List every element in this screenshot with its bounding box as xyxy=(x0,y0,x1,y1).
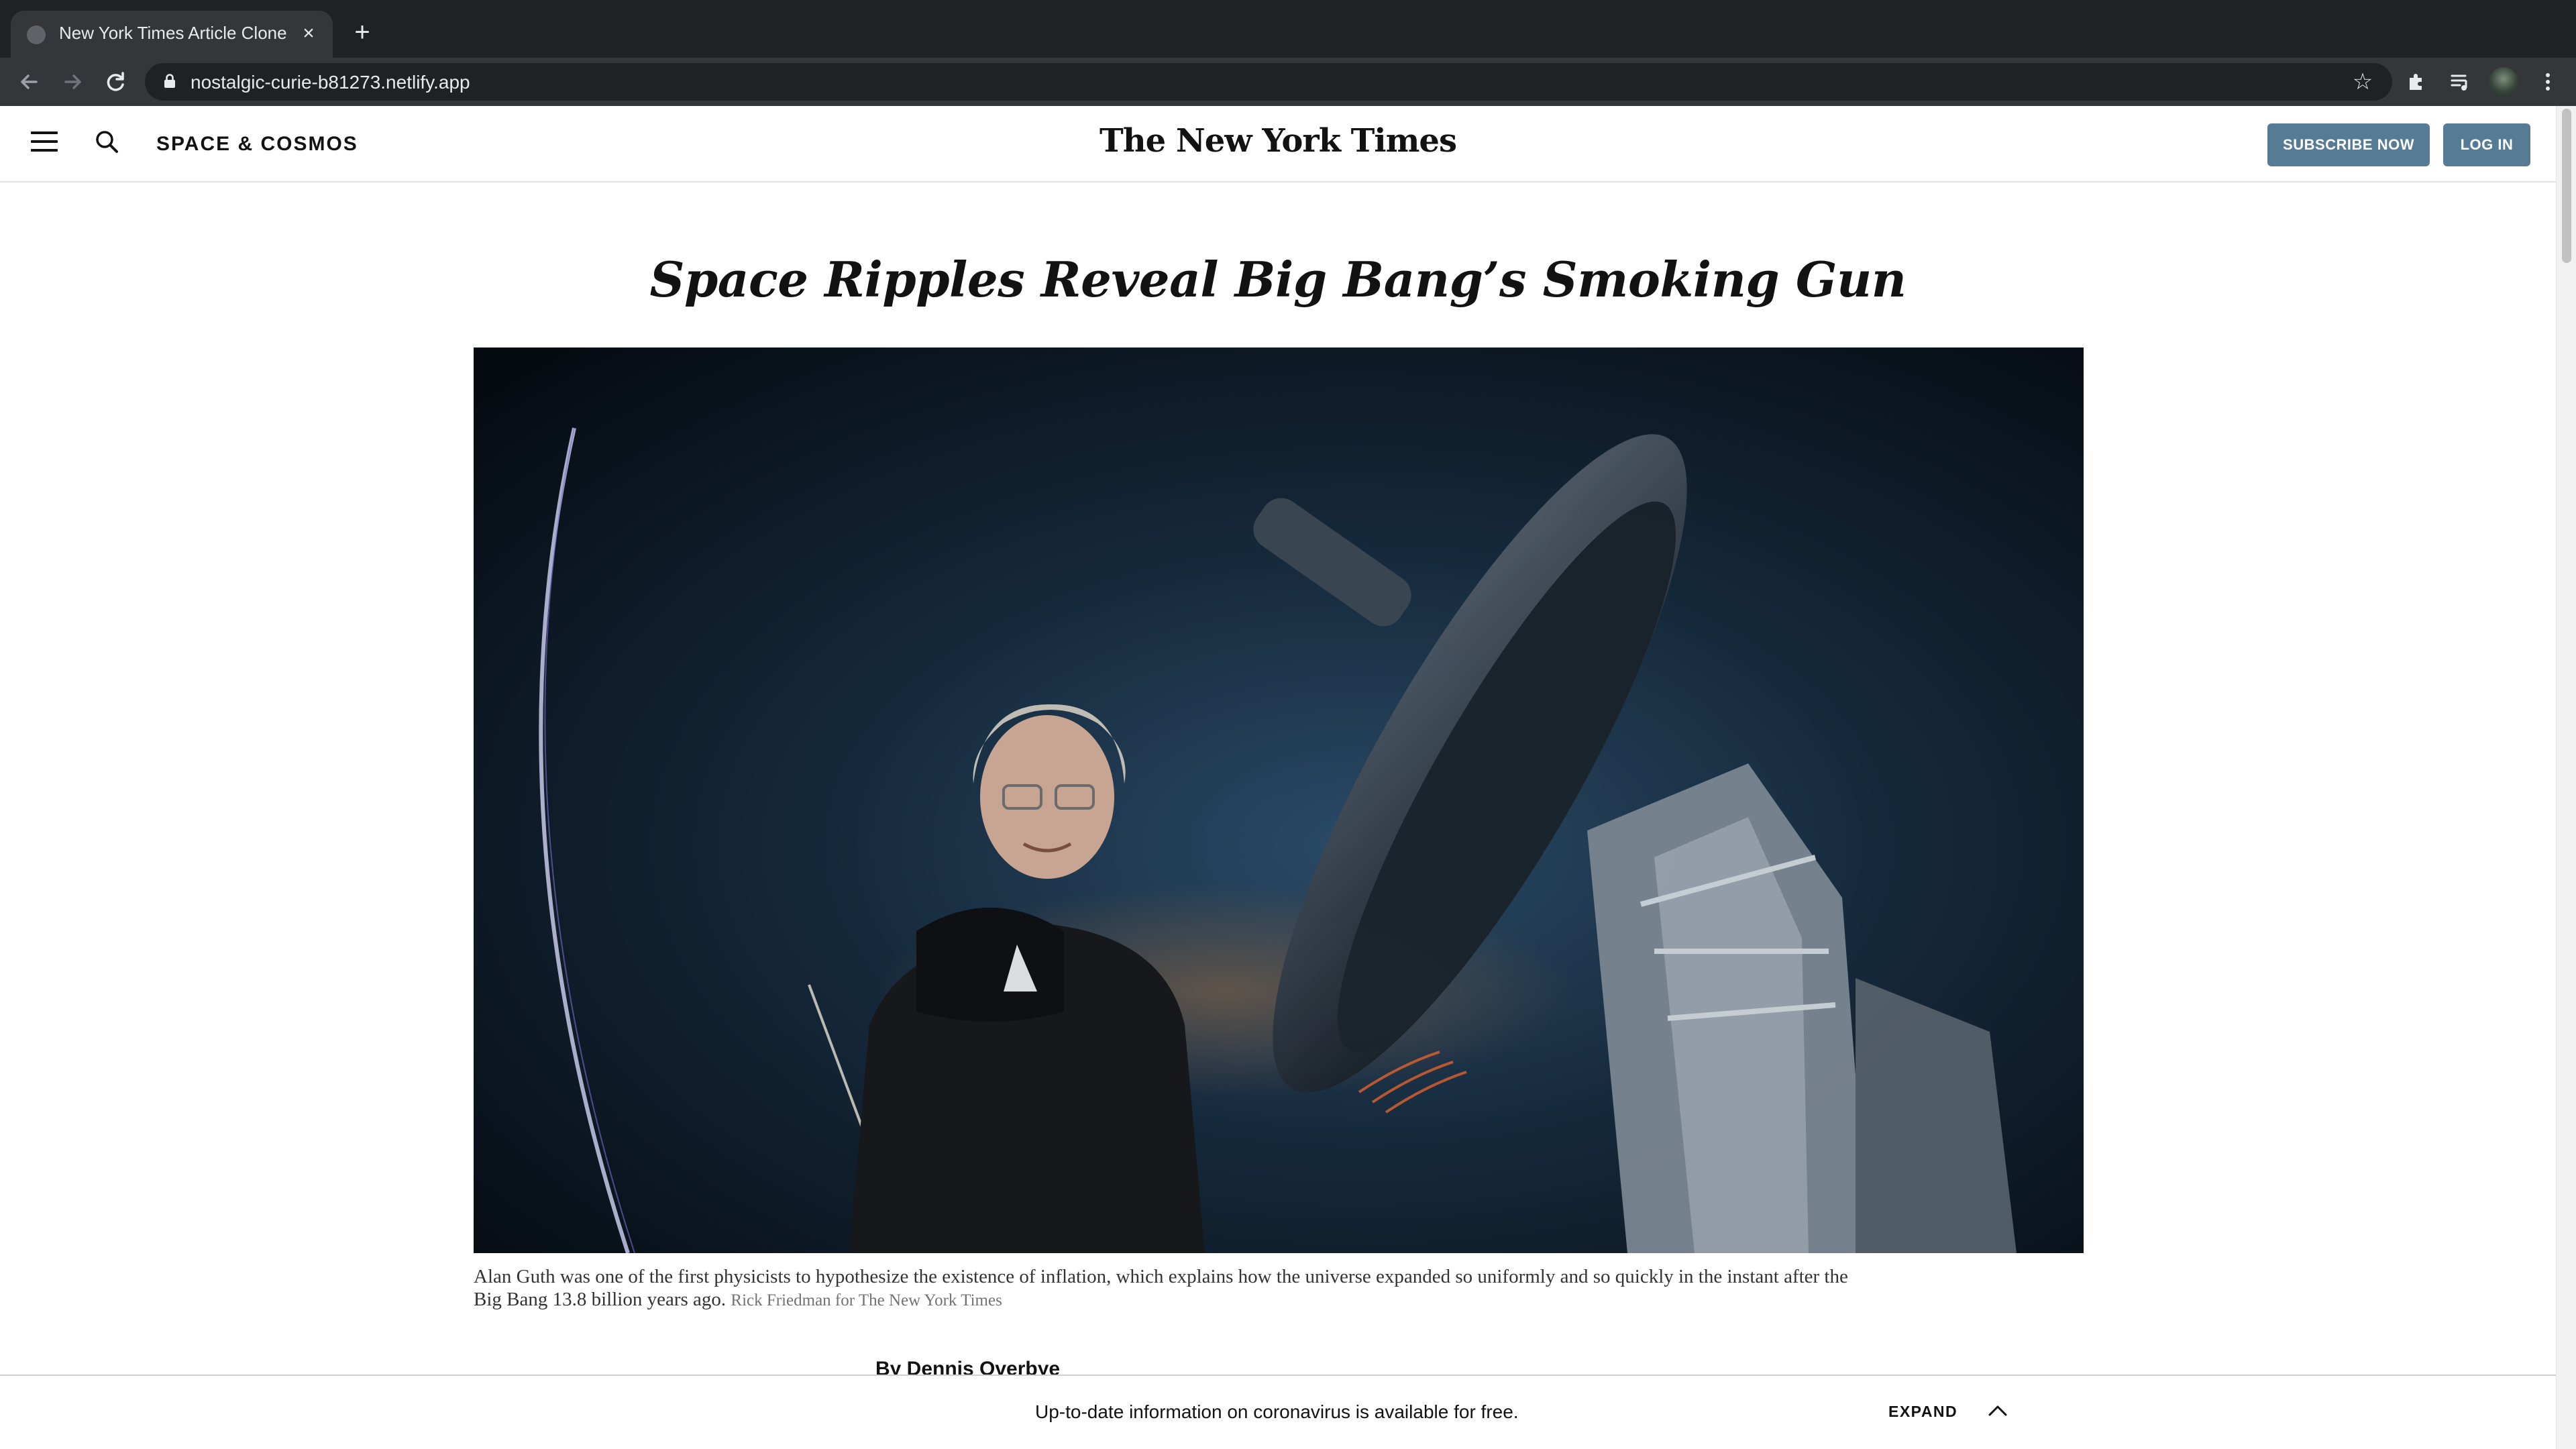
browser-tabstrip: New York Times Article Clone × + xyxy=(0,0,2576,58)
globe-icon xyxy=(27,25,46,44)
caption-text: Alan Guth was one of the first physicist… xyxy=(474,1266,1848,1310)
lock-icon xyxy=(164,74,175,88)
site-header: SPACE & COSMOS The New York Times SUBSCR… xyxy=(0,106,2556,182)
arrow-right-icon xyxy=(64,74,81,89)
hero-image xyxy=(474,347,2084,1253)
reload-icon xyxy=(107,72,124,91)
chevron-up-icon[interactable] xyxy=(1987,1401,2008,1417)
photo-credit: Rick Friedman for The New York Times xyxy=(731,1291,1002,1309)
star-icon[interactable]: ☆ xyxy=(2349,68,2376,95)
kebab-menu-icon[interactable] xyxy=(2533,67,2563,97)
url-text: nostalgic-curie-b81273.netlify.app xyxy=(191,72,470,93)
reload-button[interactable] xyxy=(101,67,130,97)
tab-title: New York Times Article Clone xyxy=(59,23,287,43)
new-tab-button[interactable]: + xyxy=(349,19,376,46)
coronavirus-banner: Up-to-date information on coronavirus is… xyxy=(0,1375,2556,1449)
image-caption: Alan Guth was one of the first physicist… xyxy=(474,1265,1856,1312)
browser-tab[interactable]: New York Times Article Clone × xyxy=(11,11,333,58)
banner-text: Up-to-date information on coronavirus is… xyxy=(1035,1401,1519,1422)
tab-close-button[interactable]: × xyxy=(297,21,321,46)
section-name[interactable]: SPACE & COSMOS xyxy=(156,133,358,156)
search-icon[interactable] xyxy=(93,127,122,157)
login-button[interactable]: LOG IN xyxy=(2443,123,2530,166)
back-button[interactable] xyxy=(15,67,44,97)
hamburger-icon[interactable] xyxy=(31,131,58,157)
article-headline: Space Ripples Reveal Big Bang’s Smoking … xyxy=(649,251,1907,308)
forward-button[interactable] xyxy=(58,67,87,97)
nyt-logo[interactable]: The New York Times xyxy=(1006,122,1550,160)
browser-toolbar: nostalgic-curie-b81273.netlify.app ☆ xyxy=(0,58,2576,106)
page-viewport: SPACE & COSMOS The New York Times SUBSCR… xyxy=(0,106,2556,1449)
media-queue-icon[interactable] xyxy=(2446,67,2475,97)
expand-button[interactable]: EXPAND xyxy=(1888,1403,1957,1421)
page-scrollbar[interactable] xyxy=(2556,106,2576,1449)
scrollbar-thumb[interactable] xyxy=(2562,109,2571,263)
arrow-left-icon xyxy=(21,74,38,89)
profile-avatar[interactable] xyxy=(2489,67,2518,97)
puzzle-icon[interactable] xyxy=(2402,67,2431,97)
subscribe-button[interactable]: SUBSCRIBE NOW xyxy=(2267,123,2430,166)
address-bar[interactable]: nostalgic-curie-b81273.netlify.app ☆ xyxy=(145,63,2392,101)
